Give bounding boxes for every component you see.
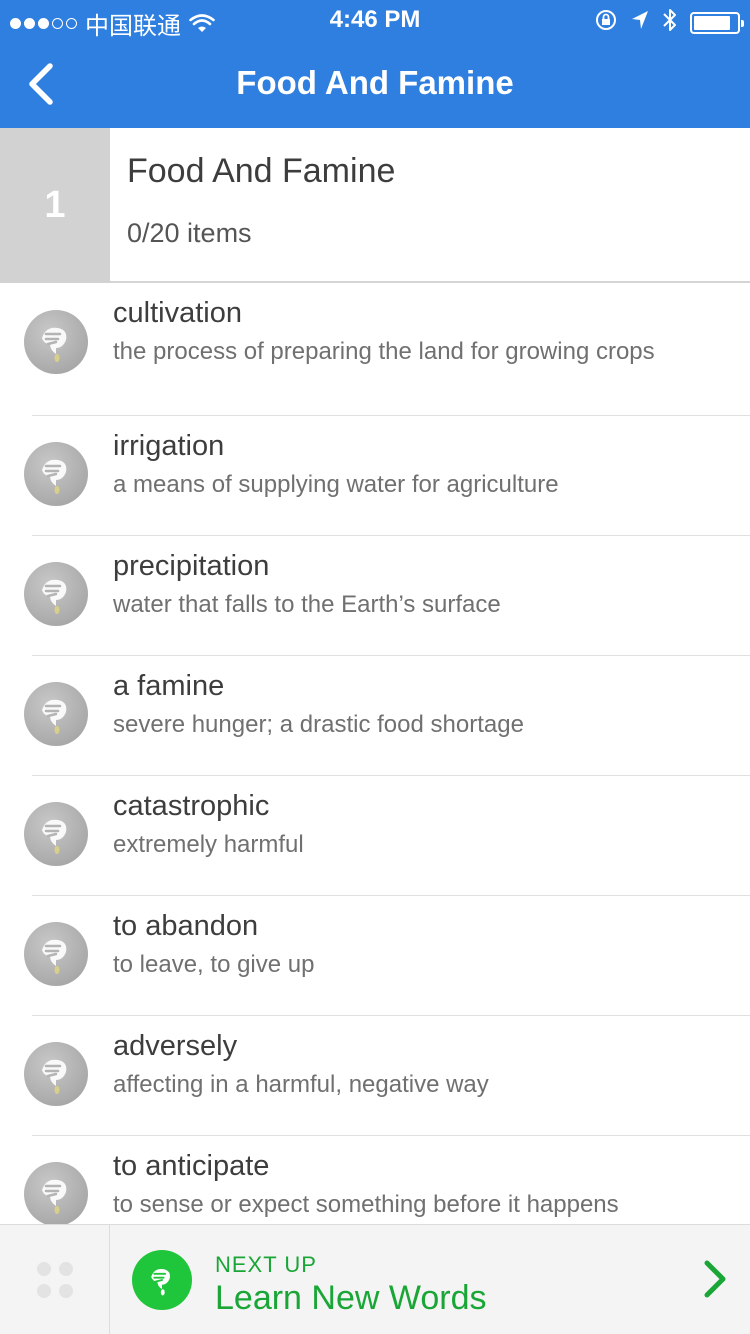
next-up-label: NEXT UP bbox=[215, 1252, 317, 1277]
status-right bbox=[594, 7, 744, 38]
word-term: cultivation bbox=[113, 297, 242, 329]
word-definition: severe hunger; a drastic food shortage bbox=[113, 711, 524, 738]
nav-title: Food And Famine bbox=[236, 64, 514, 101]
word-term: adversely bbox=[113, 1030, 238, 1062]
plant-icon bbox=[24, 442, 88, 506]
grid-dot bbox=[58, 1284, 73, 1298]
word-term: precipitation bbox=[113, 550, 270, 582]
word-list[interactable]: cultivation the process of preparing the… bbox=[0, 285, 750, 1225]
next-up-button[interactable]: NEXT UP Learn New Words bbox=[112, 1225, 750, 1334]
plant-icon bbox=[24, 1162, 88, 1225]
bottom-bar: NEXT UP Learn New Words bbox=[0, 1224, 750, 1334]
word-term: to anticipate bbox=[113, 1150, 270, 1182]
list-item[interactable]: irrigation a means of supplying water fo… bbox=[0, 416, 750, 536]
level-number: 1 bbox=[44, 184, 66, 226]
nav-bar: Food And Famine bbox=[0, 40, 750, 128]
word-definition: extremely harmful bbox=[113, 831, 304, 858]
list-item[interactable]: cultivation the process of preparing the… bbox=[0, 285, 750, 416]
grid-dots-icon bbox=[36, 1262, 73, 1298]
grid-dot bbox=[36, 1262, 51, 1276]
level-header: 1 Food And Famine 0/20 items bbox=[0, 128, 750, 283]
battery-level bbox=[694, 15, 730, 30]
battery-icon bbox=[690, 11, 744, 34]
list-item[interactable]: to anticipate to sense or expect somethi… bbox=[0, 1136, 750, 1225]
location-arrow-icon bbox=[630, 9, 650, 36]
chevron-right-icon bbox=[704, 1260, 726, 1298]
level-progress: 0/20 items bbox=[127, 218, 252, 248]
word-definition: affecting in a harmful, negative way bbox=[113, 1071, 489, 1098]
plant-icon bbox=[24, 802, 88, 866]
plant-icon bbox=[24, 310, 88, 374]
list-item[interactable]: catastrophic extremely harmful bbox=[0, 776, 750, 896]
list-item[interactable]: adversely affecting in a harmful, negati… bbox=[0, 1016, 750, 1136]
plant-icon bbox=[24, 1042, 88, 1106]
word-definition: to leave, to give up bbox=[113, 951, 315, 978]
status-bar: 中国联通 4:46 PM bbox=[0, 0, 750, 40]
word-term: irrigation bbox=[113, 430, 225, 462]
word-term: a famine bbox=[113, 670, 225, 702]
list-item[interactable]: a famine severe hunger; a drastic food s… bbox=[0, 656, 750, 776]
list-item[interactable]: precipitation water that falls to the Ea… bbox=[0, 536, 750, 656]
word-definition: a means of supplying water for agricultu… bbox=[113, 471, 559, 498]
plant-icon bbox=[24, 922, 88, 986]
mode-grid-button[interactable] bbox=[0, 1225, 110, 1334]
next-up-title: Learn New Words bbox=[215, 1279, 487, 1317]
orientation-lock-icon bbox=[594, 8, 618, 37]
word-term: to abandon bbox=[113, 910, 259, 942]
grid-dot bbox=[36, 1284, 51, 1298]
plant-icon bbox=[24, 562, 88, 626]
word-definition: water that falls to the Earth’s surface bbox=[113, 591, 501, 618]
list-item[interactable]: to abandon to leave, to give up bbox=[0, 896, 750, 1016]
level-number-badge: 1 bbox=[0, 128, 110, 283]
plant-icon bbox=[24, 682, 88, 746]
word-term: catastrophic bbox=[113, 790, 270, 822]
level-title: Food And Famine bbox=[127, 152, 396, 190]
word-definition: the process of preparing the land for gr… bbox=[113, 338, 655, 365]
learn-plant-icon bbox=[132, 1250, 192, 1310]
word-definition: to sense or expect something before it h… bbox=[113, 1191, 619, 1218]
grid-dot bbox=[58, 1262, 73, 1276]
bluetooth-icon bbox=[662, 7, 678, 38]
